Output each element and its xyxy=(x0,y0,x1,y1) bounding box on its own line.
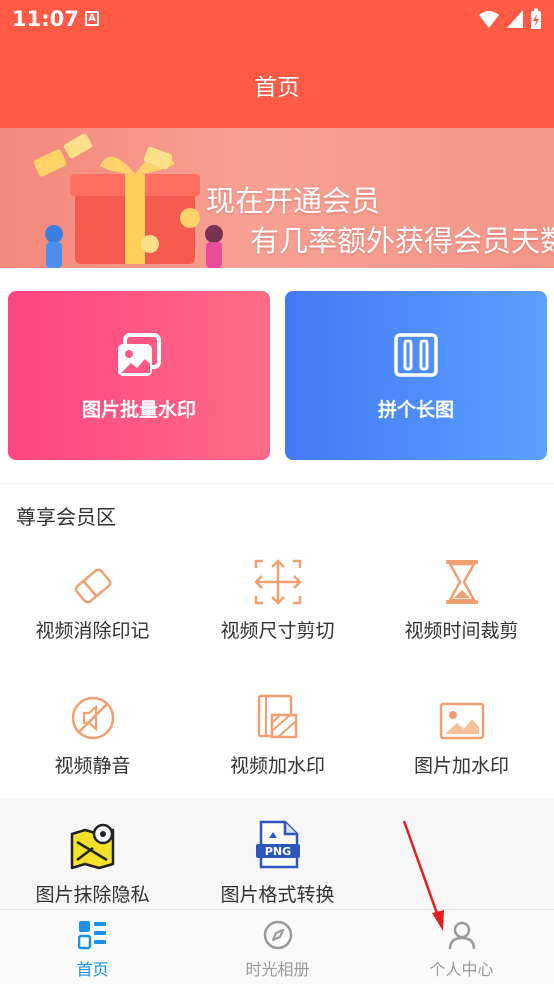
png-file-icon: PNG xyxy=(255,820,300,869)
batch-watermark-card[interactable]: 图片批量水印 xyxy=(8,291,270,460)
format-convert-item[interactable]: PNG 图片格式转换 xyxy=(185,820,370,907)
privacy-erase-label: 图片抹除隐私 xyxy=(35,884,150,906)
video-erase-label: 视频消除印记 xyxy=(35,620,150,642)
bottom-tab-bar: 首页 时光相册 个人中心 xyxy=(0,909,554,984)
vip-promo-banner[interactable]: 现在开通会员 有几率额外获得会员天数 xyxy=(0,128,554,268)
tab-home[interactable]: 首页 xyxy=(0,920,185,980)
mute-icon xyxy=(71,696,114,740)
video-resize-label: 视频尺寸剪切 xyxy=(220,620,335,642)
notification-icon: A xyxy=(85,11,99,26)
video-mute-label: 视频静音 xyxy=(54,755,131,777)
long-image-icon xyxy=(394,333,438,377)
tab-home-label: 首页 xyxy=(76,960,109,979)
video-watermark-label: 视频加水印 xyxy=(229,755,325,777)
compass-icon xyxy=(263,920,292,950)
png-badge-text: PNG xyxy=(264,845,290,858)
video-watermark-icon xyxy=(257,694,297,739)
status-time: 11:07 xyxy=(12,7,79,31)
video-erase-item[interactable]: 视频消除印记 xyxy=(0,556,185,643)
signal-icon xyxy=(507,10,523,28)
status-bar: 11:07 A xyxy=(0,0,554,38)
app-header: 首页 xyxy=(0,38,554,128)
annotation-arrow xyxy=(402,820,444,931)
tab-album-label: 时光相册 xyxy=(245,960,310,979)
vip-section-title: 尊享会员区 xyxy=(16,505,116,529)
eraser-icon xyxy=(74,568,111,604)
image-stack-icon xyxy=(118,333,161,376)
format-convert-label: 图片格式转换 xyxy=(220,884,335,906)
picture-watermark-item[interactable]: 图片加水印 xyxy=(369,691,554,778)
vip-section: 尊享会员区 视频消除印记 视频尺寸剪切 视频时间裁剪 视频静音 视频加水印 图片… xyxy=(0,484,554,798)
home-grid-icon xyxy=(77,921,106,950)
video-resize-item[interactable]: 视频尺寸剪切 xyxy=(185,556,370,643)
picture-watermark-icon xyxy=(439,702,484,740)
wifi-icon xyxy=(479,11,499,28)
battery-icon xyxy=(531,8,541,29)
page-title: 首页 xyxy=(254,75,300,101)
video-watermark-item[interactable]: 视频加水印 xyxy=(185,691,370,778)
banner-line2: 有几率额外获得会员天数 xyxy=(250,224,554,258)
resize-arrows-icon xyxy=(253,559,302,605)
video-mute-item[interactable]: 视频静音 xyxy=(0,691,185,778)
tab-profile-label: 个人中心 xyxy=(429,960,494,979)
video-trim-item[interactable]: 视频时间裁剪 xyxy=(369,556,554,643)
feature-cards: 图片批量水印 拼个长图 xyxy=(0,268,554,483)
tab-album[interactable]: 时光相册 xyxy=(185,920,370,980)
long-image-label: 拼个长图 xyxy=(377,399,454,421)
privacy-erase-item[interactable]: 图片抹除隐私 xyxy=(0,820,185,907)
video-trim-label: 视频时间裁剪 xyxy=(404,620,519,642)
map-privacy-icon xyxy=(70,823,114,870)
long-image-card[interactable]: 拼个长图 xyxy=(285,291,547,460)
tools-row-2: 图片抹除隐私 PNG 图片格式转换 xyxy=(0,798,554,910)
banner-line1: 现在开通会员 xyxy=(206,184,381,218)
picture-watermark-label: 图片加水印 xyxy=(413,755,509,777)
batch-watermark-label: 图片批量水印 xyxy=(81,399,196,421)
hourglass-icon xyxy=(445,560,478,604)
status-icons xyxy=(478,8,542,30)
